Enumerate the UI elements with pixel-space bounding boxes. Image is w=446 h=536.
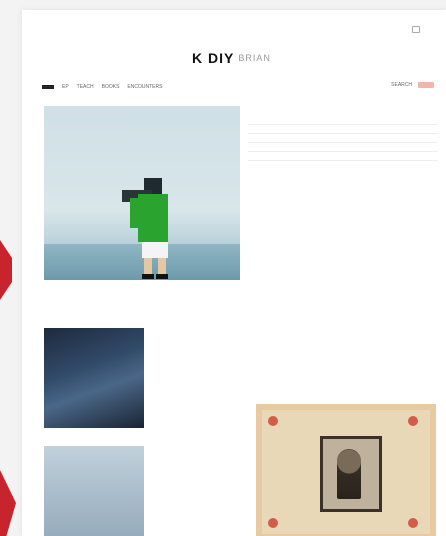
nav-item[interactable]: BOOKS [102,84,120,90]
screenshot-stage: K DIY BRIAN EP TEACH BOOKS ENCOUNTERS SE… [0,0,446,536]
nav-item[interactable]: ENCOUNTERS [127,84,162,90]
portrait-frame [320,436,382,512]
rose-ornament [268,416,278,426]
featured-article[interactable] [248,236,438,238]
rose-ornament [408,416,418,426]
rose-ornament [268,518,278,528]
nav-item[interactable]: TEACH [77,84,94,90]
nav-item-active[interactable] [42,85,54,89]
article-image[interactable] [44,328,144,428]
nav-actions: SEARCH [391,82,434,88]
top-links [406,26,438,33]
red-decoration-bottom [0,470,16,536]
language-icon[interactable] [412,26,420,33]
subscribe-button[interactable] [418,82,434,88]
portrait-figure [337,449,361,499]
red-decoration [0,240,12,300]
main-nav: EP TEACH BOOKS ENCOUNTERS [42,84,162,90]
article-card [256,328,436,334]
search-link[interactable]: SEARCH [391,82,412,88]
hero-figure [122,178,168,279]
web-page: K DIY BRIAN EP TEACH BOOKS ENCOUNTERS SE… [22,10,446,536]
sidebar-link[interactable] [248,125,438,134]
article-image[interactable] [256,404,436,536]
sidebar-link[interactable] [248,152,438,161]
hero-sidebar-list [248,116,438,161]
sidebar-link[interactable] [248,116,438,125]
nav-item[interactable]: EP [62,84,69,90]
rose-ornament [408,518,418,528]
site-logo[interactable]: K DIY BRIAN [192,50,271,66]
sidebar-link[interactable] [248,143,438,152]
hero-image[interactable] [44,106,240,280]
article-image[interactable] [44,446,144,536]
article-card [150,332,240,338]
logo-mark: K DIY [192,50,235,66]
logo-subtitle: BRIAN [238,53,271,63]
sidebar-link[interactable] [248,134,438,143]
article-card [150,450,240,456]
